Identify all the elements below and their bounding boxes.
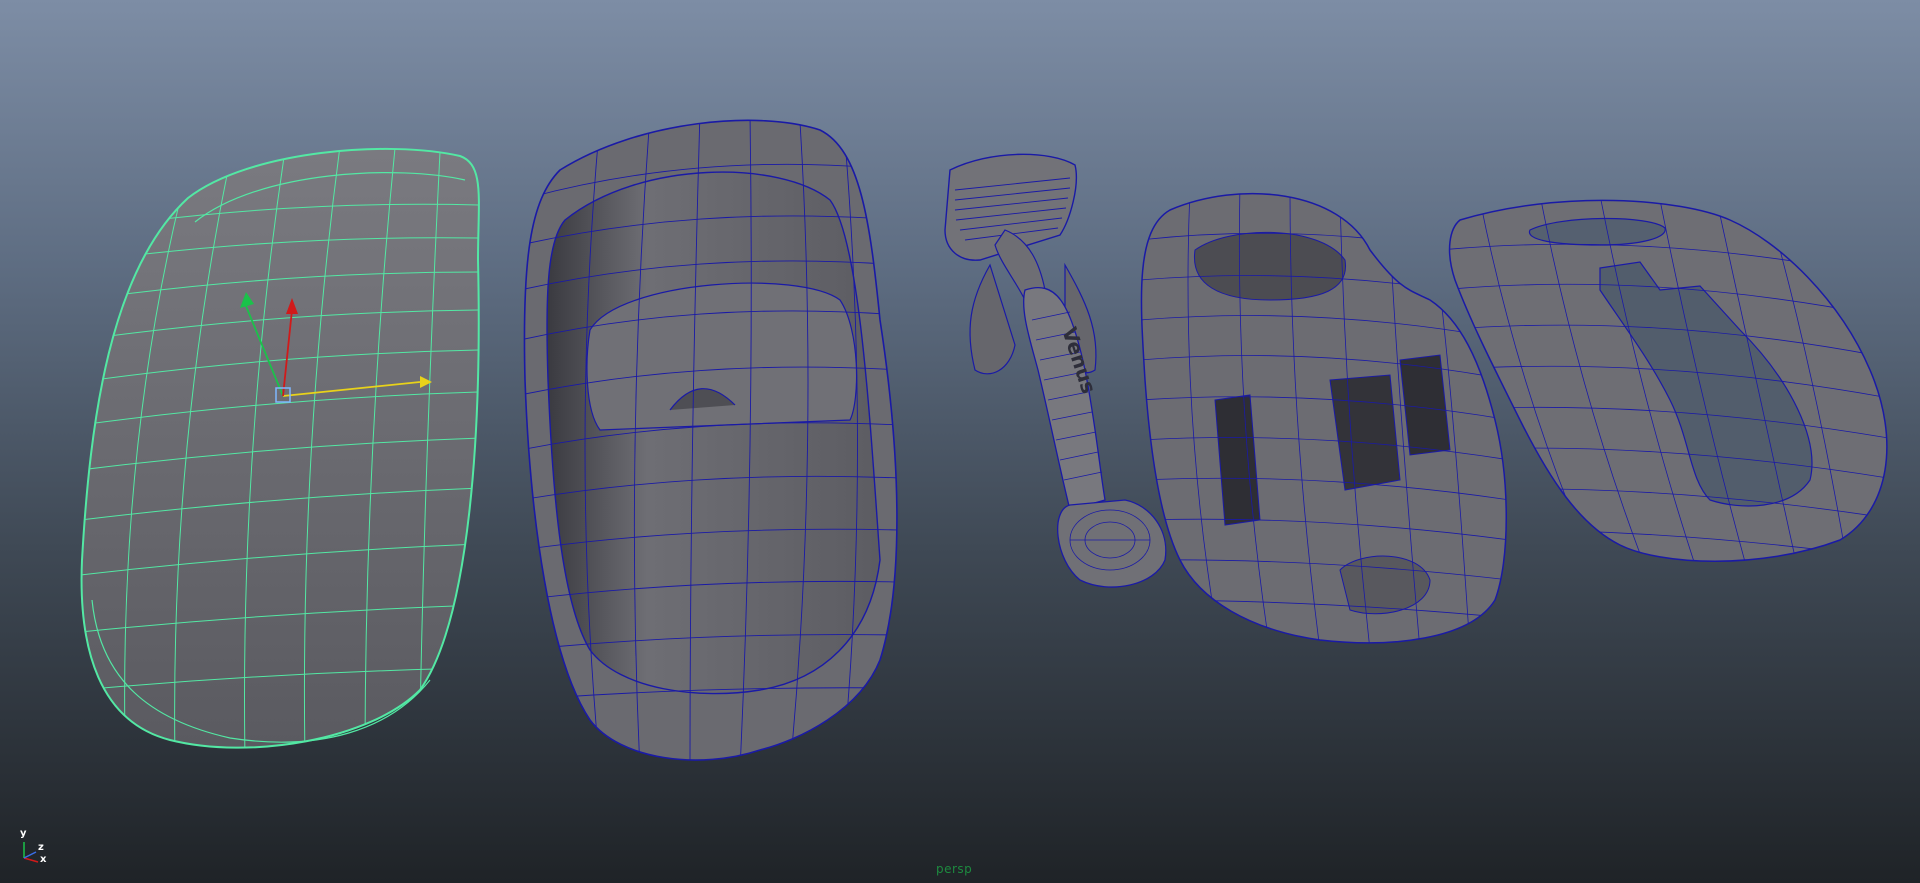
maya-perspective-viewport[interactable]: Venus y x z persp (0, 0, 1920, 883)
scene-canvas[interactable]: Venus (0, 0, 1920, 883)
tray-inner-cavity (546, 171, 881, 695)
razor-clip-left (969, 263, 1016, 375)
case-tray-object[interactable] (520, 112, 900, 770)
axis-x-line (23, 857, 39, 863)
tray-bump (586, 282, 858, 431)
razor-handle[interactable] (1023, 286, 1106, 511)
view-axis-indicator: y x z (14, 828, 54, 868)
lid-surface[interactable] (80, 147, 480, 749)
frame-insert-object[interactable] (1440, 195, 1900, 580)
razor-object[interactable]: Venus (944, 153, 1167, 588)
axis-y-label: y (20, 828, 27, 839)
axis-z-label: z (38, 842, 44, 853)
lid-object[interactable] (80, 146, 480, 760)
axis-z-line (23, 851, 37, 859)
axis-x-label: x (40, 854, 47, 865)
camera-name-label: persp (936, 862, 973, 876)
